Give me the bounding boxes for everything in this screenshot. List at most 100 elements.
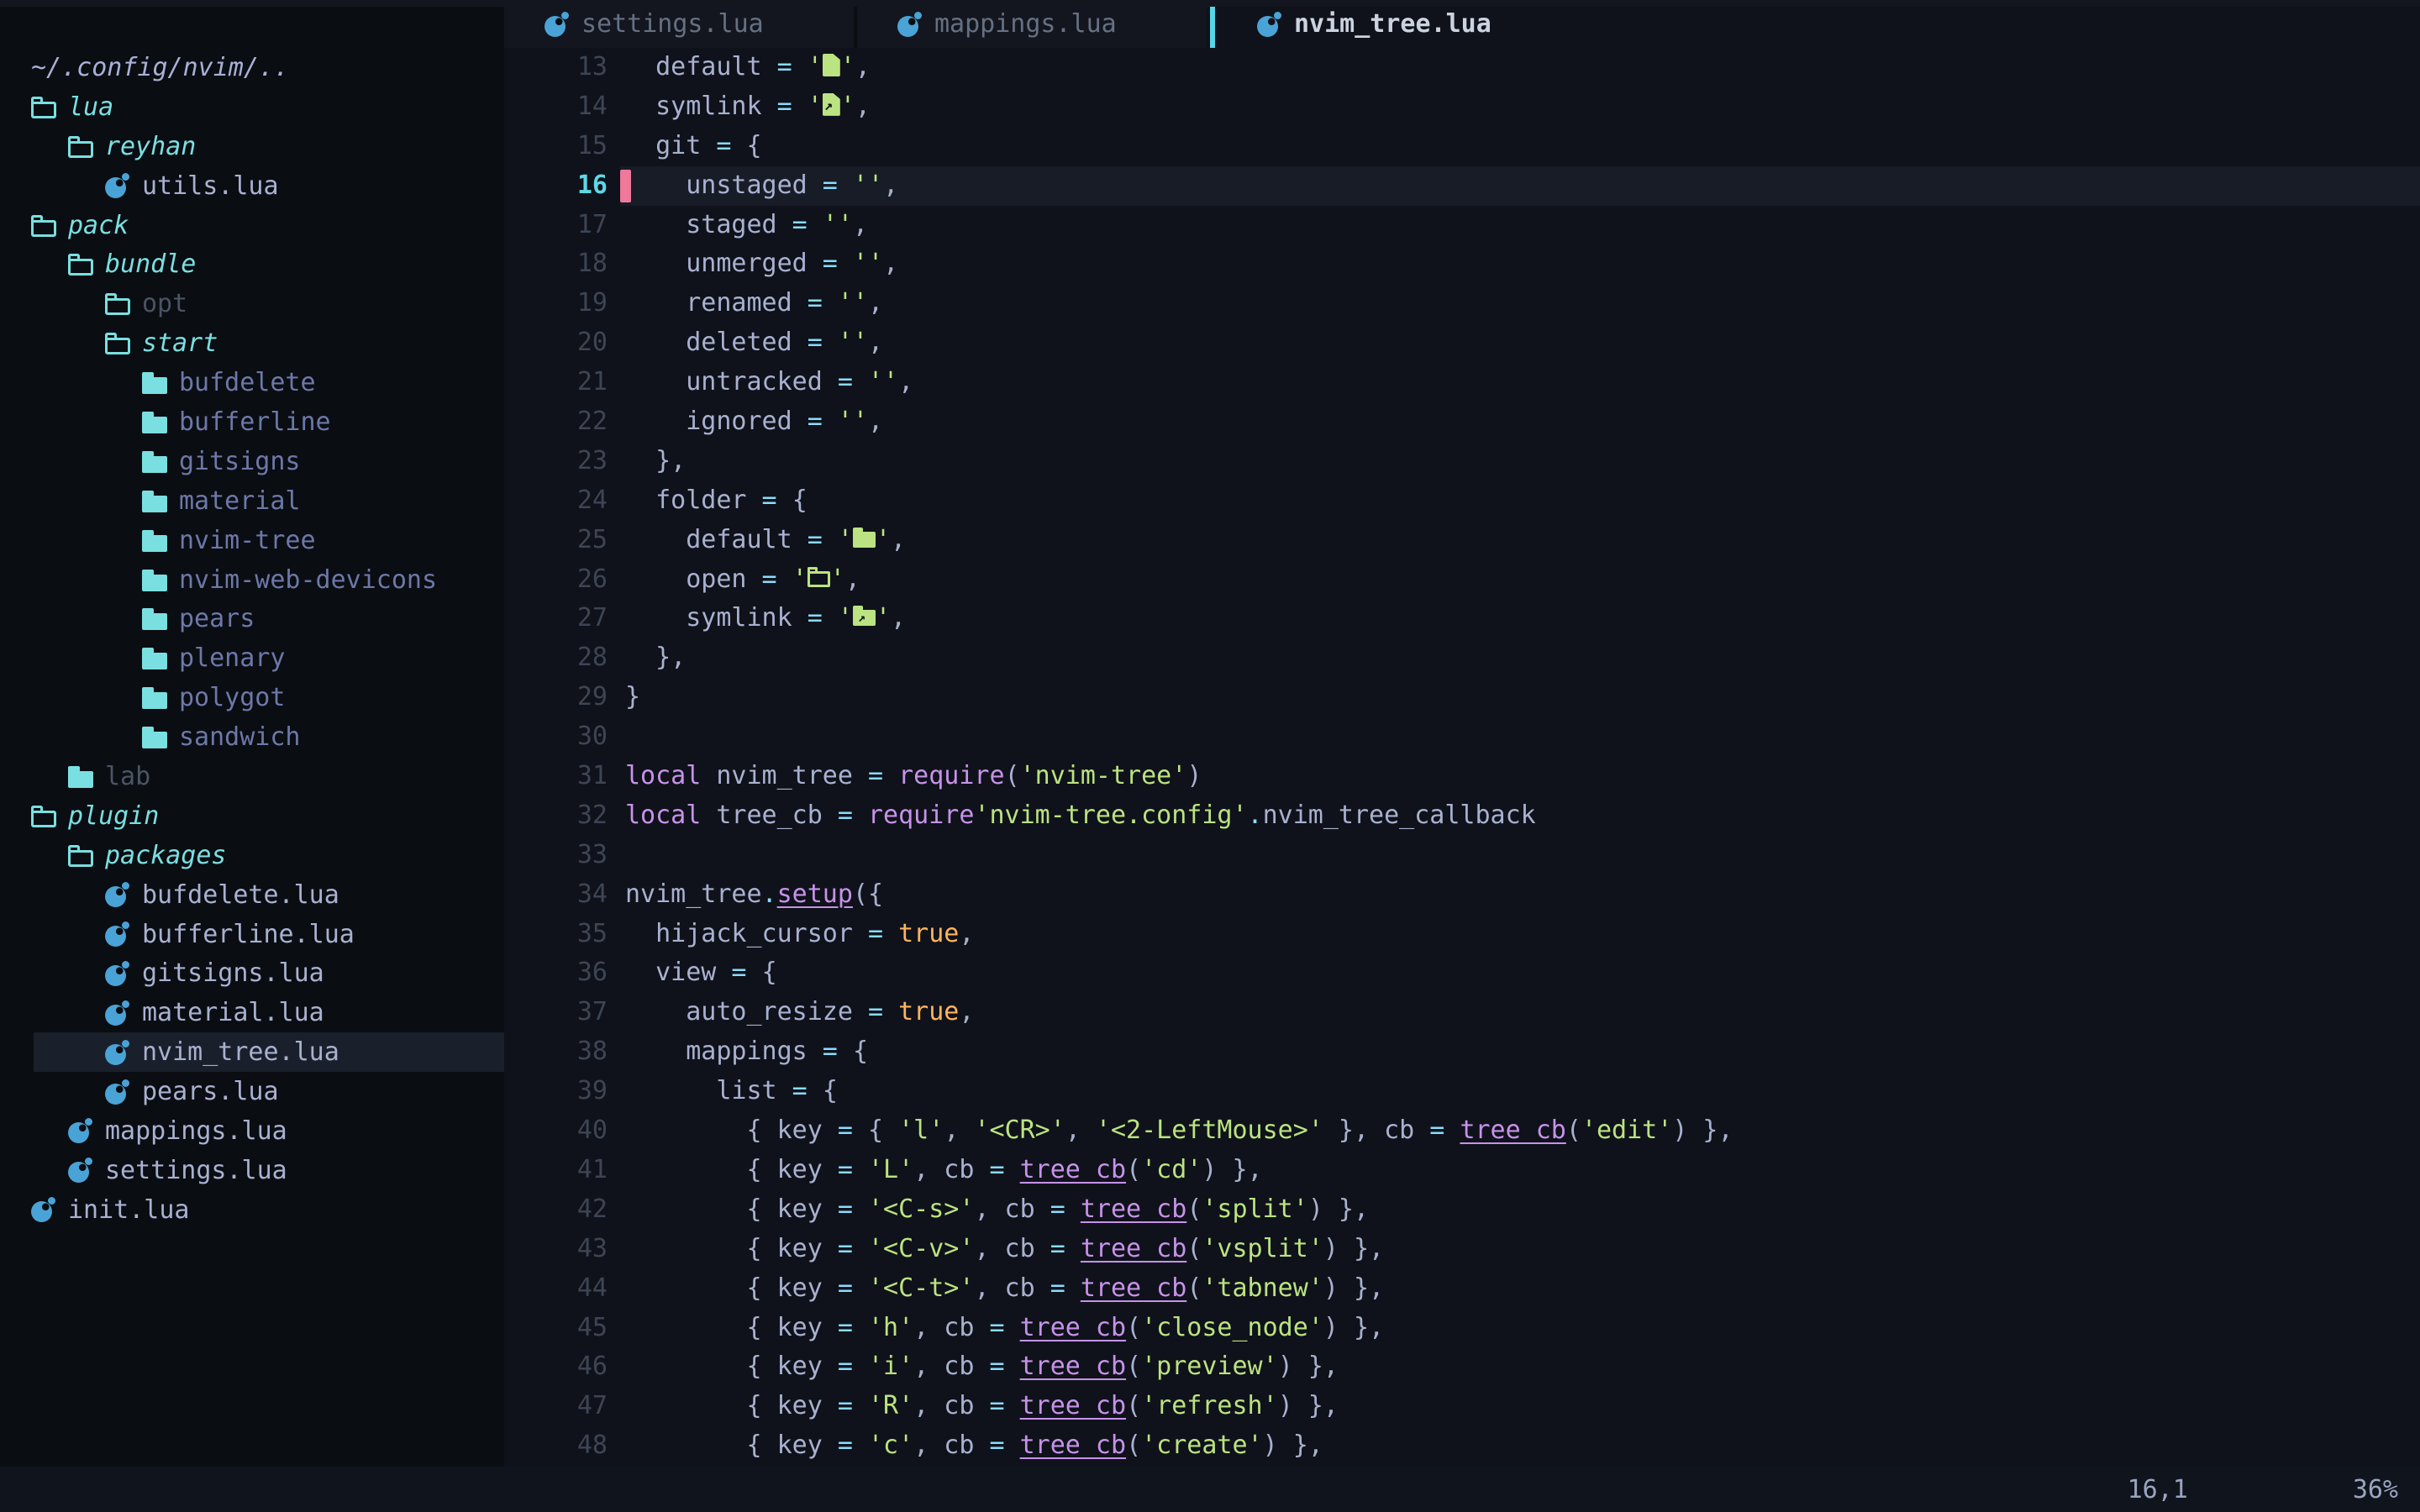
tree-row[interactable]: bundle [0,244,504,284]
tree-item-label: opt [142,289,187,318]
code-line-25[interactable]: 25 default = '', [504,521,2420,560]
tree-item-label: bufdelete.lua [142,880,339,910]
code-text: list = { [625,1076,838,1105]
code-line-47[interactable]: 47 { key = 'R', cb = tree_cb('refresh') … [504,1387,2420,1426]
tree-row[interactable]: bufferline.lua [0,915,504,954]
tree-row[interactable]: plenary [0,638,504,678]
tree-row[interactable]: bufferline [0,402,504,442]
code-line-15[interactable]: 15 git = { [504,127,2420,166]
code-line-26[interactable]: 26 open = '', [504,560,2420,600]
tree-item-label: bufdelete [179,368,316,397]
tree-item-label: plenary [179,643,285,673]
folder-icon [853,532,876,548]
tree-row[interactable]: ~/.config/nvim/.. [0,48,504,87]
tree-item-label: nvim-web-devicons [179,565,437,595]
code-line-37[interactable]: 37 auto_resize = true, [504,993,2420,1032]
tree-item-label: bufferline [179,407,331,437]
line-number: 29 [504,678,608,717]
tab-settings-lua[interactable]: settings.lua [504,0,854,48]
folder-closed-icon [142,417,167,433]
code-line-21[interactable]: 21 untracked = '', [504,363,2420,402]
code-text: auto_resize = true, [625,997,974,1026]
code-line-41[interactable]: 41 { key = 'L', cb = tree_cb('cd') }, [504,1151,2420,1190]
code-line-33[interactable]: 33 [504,836,2420,875]
code-line-34[interactable]: 34nvim_tree.setup({ [504,875,2420,915]
tree-row[interactable]: gitsigns.lua [0,953,504,993]
code-line-19[interactable]: 19 renamed = '', [504,284,2420,323]
tree-row[interactable]: init.lua [0,1190,504,1230]
tree-row[interactable]: utils.lua [0,166,504,206]
code-line-32[interactable]: 32local tree_cb = require'nvim-tree.conf… [504,796,2420,836]
tree-row[interactable]: nvim-web-devicons [0,560,504,600]
tree-row[interactable]: material [0,481,504,521]
code-line-36[interactable]: 36 view = { [504,953,2420,993]
code-line-42[interactable]: 42 { key = '<C-s>', cb = tree_cb('split'… [504,1190,2420,1230]
tree-row[interactable]: polygot [0,678,504,717]
tree-row[interactable]: bufdelete.lua [0,875,504,915]
tree-row[interactable]: material.lua [0,993,504,1032]
tree-row[interactable]: nvim-tree [0,521,504,560]
folder-icon [31,102,56,118]
code-line-18[interactable]: 18 unmerged = '', [504,244,2420,284]
line-number: 41 [504,1151,608,1190]
code-line-31[interactable]: 31local nvim_tree = require('nvim-tree') [504,757,2420,796]
code-line-44[interactable]: 44 { key = '<C-t>', cb = tree_cb('tabnew… [504,1269,2420,1309]
tree-item-label: plugin [68,801,159,831]
line-number: 22 [504,402,608,442]
tree-row[interactable]: opt [0,284,504,323]
code-text: }, [625,446,686,475]
line-number: 17 [504,206,608,245]
code-line-45[interactable]: 45 { key = 'h', cb = tree_cb('close_node… [504,1309,2420,1348]
code-line-35[interactable]: 35 hijack_cursor = true, [504,915,2420,954]
code-line-40[interactable]: 40 { key = { 'l', '<CR>', '<2-LeftMouse>… [504,1111,2420,1151]
line-number: 39 [504,1072,608,1111]
tree-row[interactable]: lua [0,87,504,127]
tree-item-label: bundle [105,249,196,279]
code-line-39[interactable]: 39 list = { [504,1072,2420,1111]
code-line-48[interactable]: 48 { key = 'c', cb = tree_cb('create') }… [504,1426,2420,1466]
code-line-28[interactable]: 28 }, [504,638,2420,678]
tab-nvim-tree-lua[interactable]: nvim_tree.lua [1215,0,1550,48]
lua-file-icon [1257,12,1282,37]
line-number: 31 [504,757,608,796]
code-text: nvim_tree.setup({ [625,879,883,909]
code-line-30[interactable]: 30 [504,717,2420,757]
tree-row[interactable]: reyhan [0,127,504,166]
tree-row[interactable]: nvim_tree.lua [0,1032,504,1072]
tree-row[interactable]: start [0,323,504,363]
code-line-22[interactable]: 22 ignored = '', [504,402,2420,442]
git-change-sign [620,170,631,202]
tree-row[interactable]: pears.lua [0,1072,504,1111]
line-number: 18 [504,244,608,284]
tree-item-label: pack [68,211,129,240]
code-text: ignored = '', [625,407,883,436]
code-line-29[interactable]: 29} [504,678,2420,717]
folder-closed-icon [142,732,167,748]
code-line-14[interactable]: 14 symlink = '', [504,87,2420,127]
code-line-20[interactable]: 20 deleted = '', [504,323,2420,363]
tree-row[interactable]: pack [0,206,504,245]
tree-item-label: mappings.lua [105,1116,287,1146]
tree-row[interactable]: plugin [0,796,504,836]
code-line-46[interactable]: 46 { key = 'i', cb = tree_cb('preview') … [504,1347,2420,1387]
tab-mappings-lua[interactable]: mappings.lua [854,0,1207,48]
code-line-23[interactable]: 23 }, [504,442,2420,481]
code-line-38[interactable]: 38 mappings = { [504,1032,2420,1072]
tree-row[interactable]: mappings.lua [0,1111,504,1151]
code-line-17[interactable]: 17 staged = '', [504,206,2420,245]
tree-row[interactable]: bufdelete [0,363,504,402]
code-line-13[interactable]: 13 default = '', [504,48,2420,87]
code-line-24[interactable]: 24 folder = { [504,481,2420,521]
code-line-27[interactable]: 27 symlink = '', [504,599,2420,638]
tree-row[interactable]: pears [0,599,504,638]
line-number: 20 [504,323,608,363]
code-line-43[interactable]: 43 { key = '<C-v>', cb = tree_cb('vsplit… [504,1230,2420,1269]
code-line-16[interactable]: 16 unstaged = '', [504,166,2420,206]
tree-row[interactable]: gitsigns [0,442,504,481]
code-text: { key = 'R', cb = tree_cb('refresh') }, [625,1391,1339,1420]
tree-row[interactable]: packages [0,836,504,875]
tree-row[interactable]: sandwich [0,717,504,757]
tree-row[interactable]: settings.lua [0,1151,504,1190]
tree-item-label: gitsigns.lua [142,958,324,988]
tree-row[interactable]: lab [0,757,504,796]
